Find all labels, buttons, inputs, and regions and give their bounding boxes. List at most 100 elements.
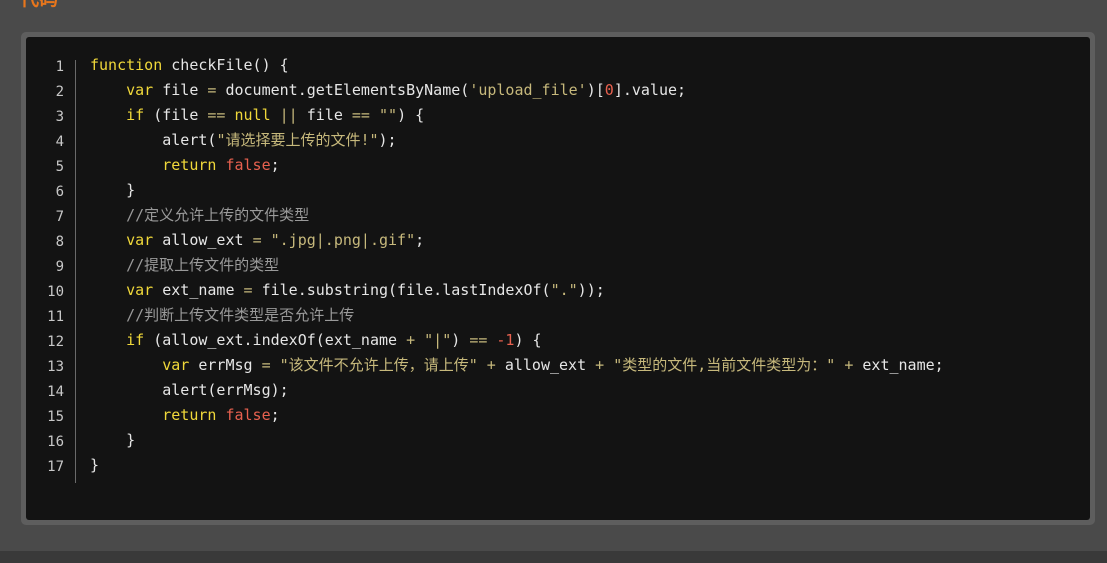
code-line: var allow_ext = ".jpg|.png|.gif";	[90, 228, 944, 253]
code-token: var	[162, 356, 190, 374]
code-line: return false;	[90, 403, 944, 428]
code-token: ;	[270, 156, 280, 174]
code-token: )	[451, 331, 470, 349]
line-number: 16	[47, 434, 64, 450]
code-line: var file = document.getElementsByName('u…	[90, 78, 944, 103]
code-line: }	[90, 453, 944, 478]
code-token: ;	[270, 406, 280, 424]
line-number: 17	[47, 459, 64, 475]
code-token: var	[126, 231, 154, 249]
code-token: ==	[469, 331, 488, 349]
code-token: null	[234, 106, 271, 124]
line-number: 15	[47, 409, 64, 425]
code-token: ext_name;	[853, 356, 944, 374]
code-token: ext_name	[153, 281, 244, 299]
code-token: +	[486, 356, 496, 374]
code-token: errMsg	[189, 356, 262, 374]
code-block[interactable]: 1 2 3 4 5 6 7 8 9 10 11 12 13 14 15 16 17 function check…	[26, 37, 1090, 520]
section-title: 代码	[20, 0, 58, 11]
code-line: if (file == null || file == "") {	[90, 103, 944, 128]
code-token: file.substring(file.lastIndexOf(	[252, 281, 551, 299]
code-token: ||	[279, 106, 298, 124]
code-token: );	[378, 131, 397, 149]
code-block-frame: 1 2 3 4 5 6 7 8 9 10 11 12 13 14 15 16 17 function check…	[21, 32, 1095, 525]
code-token: function	[90, 56, 163, 74]
code-token: if	[126, 331, 145, 349]
code-token: ) {	[397, 106, 425, 124]
line-numbers: 1 2 3 4 5 6 7 8 9 10 11 12 13 14 15 16 17	[26, 55, 64, 480]
code-token: 0	[604, 81, 614, 99]
line-number: 1	[55, 59, 64, 75]
code-line: function checkFile() {	[90, 53, 944, 78]
code-token: (allow_ext.indexOf(ext_name	[144, 331, 407, 349]
line-number: 3	[55, 109, 64, 125]
code-token: return	[162, 156, 217, 174]
code-token: )[	[586, 81, 605, 99]
code-token: 'upload_file'	[469, 81, 587, 99]
code-token: var	[126, 81, 154, 99]
line-number: 5	[55, 159, 64, 175]
code-token: //定义允许上传的文件类型	[126, 206, 310, 224]
code-line: if (allow_ext.indexOf(ext_name + "|") ==…	[90, 328, 944, 353]
code-token: "类型的文件,当前文件类型为："	[613, 356, 836, 374]
line-number: 9	[55, 259, 64, 275]
code-line: }	[90, 428, 944, 453]
code-token: +	[595, 356, 605, 374]
code-token: allow_ext	[153, 231, 253, 249]
code-token: return	[162, 406, 217, 424]
code-line: return false;	[90, 153, 944, 178]
code-token: ==	[351, 106, 370, 124]
code-token: file	[297, 106, 352, 124]
code-token: false	[225, 406, 271, 424]
line-number: 13	[47, 359, 64, 375]
gutter-divider	[75, 60, 76, 483]
code-line: //定义允许上传的文件类型	[90, 203, 944, 228]
code-lines: function checkFile() { var file = docume…	[90, 53, 944, 478]
code-token: (file	[144, 106, 208, 124]
line-number: 14	[47, 384, 64, 400]
code-token: ].value;	[613, 81, 687, 99]
code-token: =	[261, 356, 271, 374]
code-token: "|"	[424, 331, 452, 349]
code-token: "该文件不允许上传，请上传"	[279, 356, 478, 374]
page-footer-strip	[0, 551, 1107, 563]
code-token: ""	[379, 106, 398, 124]
code-token: +	[844, 356, 854, 374]
code-token: //判断上传文件类型是否允许上传	[126, 306, 355, 324]
code-token: ==	[207, 106, 226, 124]
code-token: "."	[550, 281, 578, 299]
code-token: =	[243, 281, 253, 299]
line-number: 11	[47, 309, 64, 325]
code-token: file	[153, 81, 208, 99]
code-token: ".jpg|.png|.gif"	[270, 231, 416, 249]
code-token: document.getElementsByName(	[216, 81, 470, 99]
code-token: +	[406, 331, 416, 349]
code-line: var ext_name = file.substring(file.lastI…	[90, 278, 944, 303]
line-number: 12	[47, 334, 64, 350]
code-token: }	[90, 456, 100, 474]
code-token: =	[252, 231, 262, 249]
code-line: alert(errMsg);	[90, 378, 944, 403]
code-line: }	[90, 178, 944, 203]
line-number: 8	[55, 234, 64, 250]
code-token: //提取上传文件的类型	[126, 256, 280, 274]
line-number: 2	[55, 84, 64, 100]
code-token: alert(errMsg);	[90, 381, 289, 399]
